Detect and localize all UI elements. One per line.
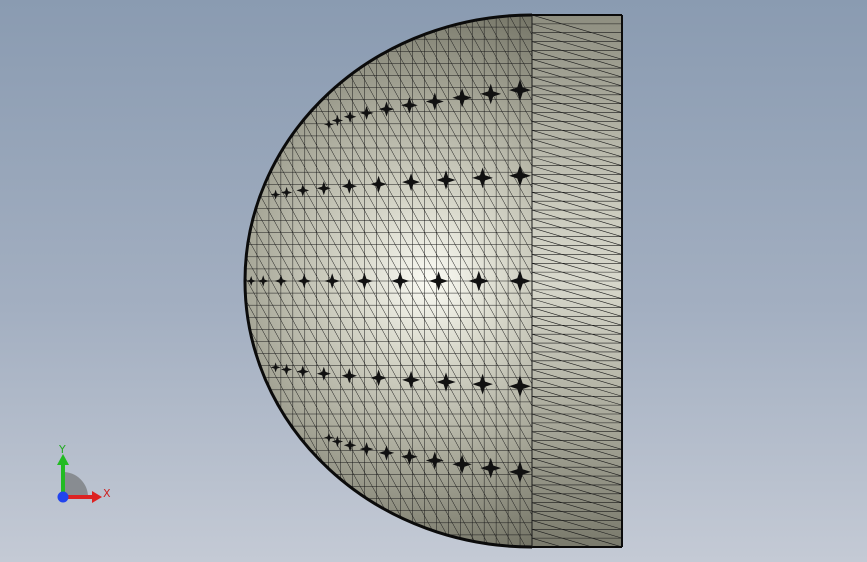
dome-diagonal-line	[665, 15, 867, 547]
z-axis-dot	[57, 491, 69, 503]
dome-diagonal-line	[641, 15, 867, 547]
dome-diagonal-line	[785, 15, 867, 547]
dome-diagonal-line	[677, 15, 867, 547]
dome-diagonal-line	[857, 15, 867, 547]
x-axis-arrowhead	[92, 491, 102, 503]
dome-diagonal-line	[581, 15, 867, 547]
3d-viewport[interactable]	[0, 0, 867, 562]
dome-diagonal-line	[833, 15, 867, 547]
dome-diagonal-line	[689, 15, 867, 547]
dome-diagonal-line	[245, 15, 262, 547]
dome-diagonal-line	[821, 15, 867, 547]
dome-diagonal-line	[737, 15, 867, 547]
dome-diagonal-line	[605, 15, 867, 547]
dome-diagonal-line	[809, 15, 867, 547]
dome-diagonal-line	[701, 15, 867, 547]
y-axis-label: Y	[58, 443, 66, 456]
dome-diagonal-line	[593, 15, 867, 547]
orientation-triad[interactable]: Y X	[50, 440, 120, 510]
dome-diagonal-line	[245, 15, 274, 547]
dome-diagonal-line	[797, 15, 867, 547]
hemisphere-model[interactable]	[0, 13, 867, 562]
dome-diagonal-line	[617, 15, 867, 547]
dome-diagonal-line	[653, 15, 867, 547]
dome-diagonal-line	[749, 15, 867, 547]
dome-diagonal-line	[725, 15, 867, 547]
dome-diagonal-line	[845, 15, 867, 547]
dome-diagonal-line	[761, 15, 867, 547]
x-axis-label: X	[103, 487, 111, 500]
dome-diagonal-line	[245, 15, 286, 547]
dome-diagonal-line	[773, 15, 867, 547]
dome-diagonal-line	[713, 15, 867, 547]
dome-diagonal-line	[245, 15, 250, 547]
dome-diagonal-line	[629, 15, 867, 547]
